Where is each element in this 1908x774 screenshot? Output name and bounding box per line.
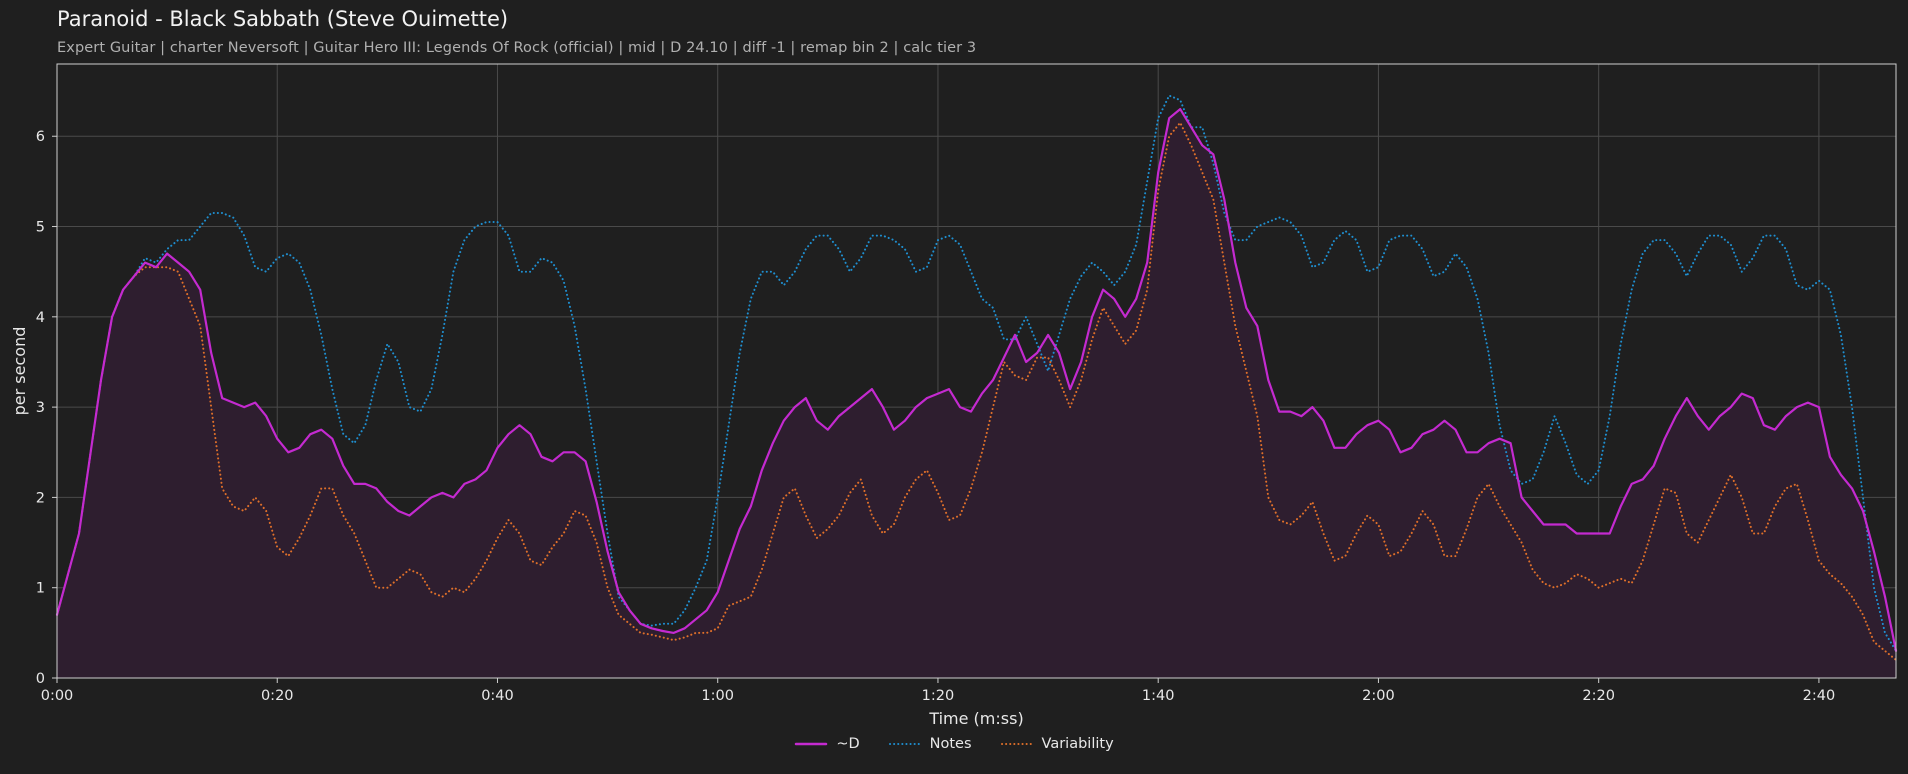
x-tick-label: 1:20 <box>922 688 955 704</box>
y-tick-label: 6 <box>36 129 45 145</box>
x-tick-label: 2:20 <box>1582 688 1615 704</box>
legend-label: Variability <box>1041 736 1114 752</box>
x-tick-label: 2:00 <box>1362 688 1395 704</box>
legend-swatch <box>795 742 828 746</box>
y-axis-label: per second <box>10 327 29 416</box>
legend-item: Variability <box>1000 736 1114 752</box>
x-axis-label: Time (m:ss) <box>928 709 1023 728</box>
legend-label: ~D <box>836 736 860 752</box>
legend-swatch <box>888 743 921 745</box>
x-tick-label: 1:00 <box>701 688 734 704</box>
x-tick-label: 1:40 <box>1142 688 1175 704</box>
legend-swatch <box>1000 743 1033 745</box>
y-tick-label: 0 <box>36 671 45 687</box>
y-tick-label: 1 <box>36 581 45 597</box>
x-tick-label: 2:40 <box>1803 688 1836 704</box>
x-tick-label: 0:20 <box>261 688 294 704</box>
legend-item: Notes <box>888 736 972 752</box>
legend: ~D Notes Variability <box>0 736 1908 752</box>
x-tick-label: 0:40 <box>481 688 514 704</box>
y-tick-label: 2 <box>36 490 45 506</box>
legend-item: ~D <box>794 736 860 752</box>
chart-canvas: 0:00 0:20 0:40 1:00 1:20 1:40 2:00 2:20 2:40 0 1 2 3… <box>10 63 1898 728</box>
y-tick-label: 4 <box>36 310 45 326</box>
y-tick-label: 5 <box>36 220 45 236</box>
legend-label: Notes <box>929 736 972 752</box>
x-tick-label: 0:00 <box>41 688 74 704</box>
y-tick-label: 3 <box>36 400 45 416</box>
